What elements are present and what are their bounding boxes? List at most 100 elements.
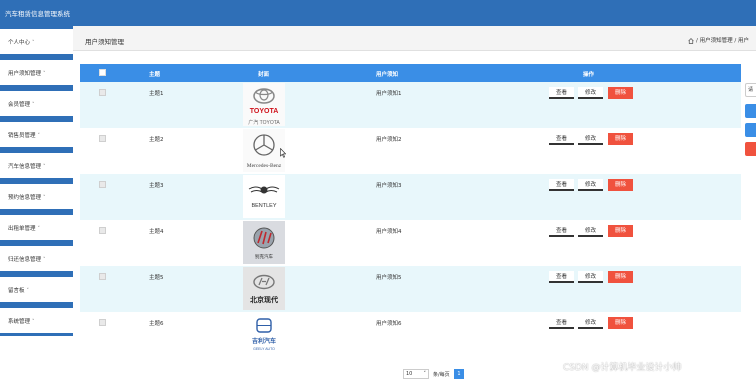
column-header-title: 主题 xyxy=(149,72,161,78)
page-number-button[interactable]: 1 xyxy=(454,369,464,379)
edit-button[interactable]: 修改 xyxy=(578,317,603,329)
top-navbar: 汽车租赁信息管理系统 xyxy=(0,0,756,26)
row-checkbox[interactable] xyxy=(99,89,106,96)
app-title: 汽车租赁信息管理系统 xyxy=(5,10,70,18)
row-notice: 用户须知4 xyxy=(376,229,402,235)
hyundai-logo: 北京现代 xyxy=(243,267,285,310)
page-header: 用户须知管理 / 用户须知管理 / 用户 xyxy=(73,26,756,51)
sidebar-item-label: 销售员管理 xyxy=(8,133,36,139)
chevron-down-icon: ˅ xyxy=(37,226,41,232)
column-header-actions: 操作 xyxy=(583,72,595,78)
chevron-down-icon: ˅ xyxy=(43,257,46,263)
mercedes-logo: Mercedes-Benz xyxy=(243,129,285,172)
row-checkbox[interactable] xyxy=(99,181,106,188)
sidebar-item-system[interactable]: 系统管理 ˅ xyxy=(0,305,73,336)
view-button[interactable]: 查看 xyxy=(549,133,574,145)
sidebar-item-label: 用户须知管理 xyxy=(8,71,42,77)
page-size-select[interactable]: 10 ˅ xyxy=(403,369,429,379)
row-title: 主题1 xyxy=(149,91,164,97)
floating-delete-button[interactable] xyxy=(745,142,756,156)
page-title: 用户须知管理 xyxy=(85,38,124,46)
svg-text:吉利汽车: 吉利汽车 xyxy=(252,337,276,345)
edit-button[interactable]: 修改 xyxy=(578,87,603,99)
row-notice: 用户须知2 xyxy=(376,137,402,143)
view-button[interactable]: 查看 xyxy=(549,87,574,99)
column-header-notice: 用户须知 xyxy=(376,72,399,78)
row-checkbox[interactable] xyxy=(99,273,106,280)
delete-button[interactable]: 删除 xyxy=(608,87,633,99)
floating-search-button[interactable] xyxy=(745,104,756,118)
floating-search-input[interactable]: 请 xyxy=(745,83,756,97)
chevron-down-icon: ˅ xyxy=(37,133,41,139)
view-button[interactable]: 查看 xyxy=(549,225,574,237)
chevron-down-icon: ˅ xyxy=(32,40,35,46)
table-row: 主题6 吉利汽车 GEELY AUTO 用户须知6 查看 修改 删除 xyxy=(80,312,741,358)
table-row: 主题1 TOYOTA 广汽 TOYOTA 用户须知1 查看 修改 删除 xyxy=(80,82,741,128)
view-button[interactable]: 查看 xyxy=(549,317,574,329)
sidebar-item-salesperson[interactable]: 销售员管理 ˅ xyxy=(0,119,73,150)
sidebar-item-label: 会员管理 xyxy=(8,102,31,108)
per-page-label: 条/每页 xyxy=(433,372,450,378)
delete-button[interactable]: 删除 xyxy=(608,317,633,329)
sidebar-item-rental-order[interactable]: 出租单管理 ˅ xyxy=(0,212,73,243)
sidebar-item-member[interactable]: 会员管理 ˅ xyxy=(0,88,73,119)
chevron-down-icon: ˅ xyxy=(43,164,46,170)
edit-button[interactable]: 修改 xyxy=(578,271,603,283)
delete-button[interactable]: 删除 xyxy=(608,133,633,145)
row-notice: 用户须知5 xyxy=(376,275,402,281)
sidebar-item-label: 个人中心 xyxy=(8,40,31,46)
table-row: 主题3 BENTLEY 用户须知3 查看 修改 删除 xyxy=(80,174,741,220)
row-title: 主题2 xyxy=(149,137,164,143)
svg-text:广汽 TOYOTA: 广汽 TOYOTA xyxy=(248,119,280,126)
table-row: 主题2 Mercedes-Benz 用户须知2 查看 修改 删除 xyxy=(80,128,741,174)
column-header-cover: 封面 xyxy=(258,72,270,78)
svg-text:TOYOTA: TOYOTA xyxy=(250,108,279,115)
sidebar-item-message-board[interactable]: 留言板 ˅ xyxy=(0,274,73,305)
breadcrumb: / 用户须知管理 / 用户 xyxy=(688,36,749,44)
svg-text:GEELY AUTO: GEELY AUTO xyxy=(253,347,275,351)
chevron-down-icon: ˅ xyxy=(423,371,427,377)
svg-text:Mercedes-Benz: Mercedes-Benz xyxy=(247,163,282,169)
table-row: 主题5 北京现代 用户须知5 查看 修改 删除 xyxy=(80,266,741,312)
table-row: 主题4 别克汽车 用户须知4 查看 修改 删除 xyxy=(80,220,741,266)
row-checkbox[interactable] xyxy=(99,227,106,234)
select-all-checkbox[interactable] xyxy=(99,69,106,76)
delete-button[interactable]: 删除 xyxy=(608,225,633,237)
home-icon[interactable] xyxy=(688,37,694,44)
chevron-down-icon: ˅ xyxy=(32,319,35,325)
svg-text:北京现代: 北京现代 xyxy=(250,295,278,304)
svg-text:别克汽车: 别克汽车 xyxy=(255,253,273,260)
sidebar-item-reservation[interactable]: 预约信息管理 ˅ xyxy=(0,181,73,212)
chevron-down-icon: ˅ xyxy=(43,195,46,201)
row-notice: 用户须知6 xyxy=(376,321,402,327)
delete-button[interactable]: 删除 xyxy=(608,179,633,191)
sidebar: 个人中心 ˅ 用户须知管理 ˅ 会员管理 ˅ 销售员管理 ˅ 汽车信息管理 ˅ 预约信息管… xyxy=(0,26,73,380)
chevron-down-icon: ˅ xyxy=(43,71,46,77)
sidebar-item-return-info[interactable]: 归还信息管理 ˅ xyxy=(0,243,73,274)
sidebar-item-label: 出租单管理 xyxy=(8,226,36,232)
edit-button[interactable]: 修改 xyxy=(578,225,603,237)
row-checkbox[interactable] xyxy=(99,319,106,326)
toyota-logo: TOYOTA 广汽 TOYOTA xyxy=(243,83,285,126)
sidebar-item-car-info[interactable]: 汽车信息管理 ˅ xyxy=(0,150,73,181)
bentley-logo: BENTLEY xyxy=(243,175,285,218)
row-title: 主题5 xyxy=(149,275,164,281)
view-button[interactable]: 查看 xyxy=(549,271,574,283)
edit-button[interactable]: 修改 xyxy=(578,133,603,145)
watermark: CSDN @计算机毕业设计小帅 xyxy=(563,363,682,373)
buick-logo: 别克汽车 xyxy=(243,221,285,264)
delete-button[interactable]: 删除 xyxy=(608,271,633,283)
row-title: 主题4 xyxy=(149,229,164,235)
edit-button[interactable]: 修改 xyxy=(578,179,603,191)
chevron-down-icon: ˅ xyxy=(26,288,30,294)
floating-add-button[interactable] xyxy=(745,123,756,137)
breadcrumb-text[interactable]: / 用户须知管理 / 用户 xyxy=(696,38,749,44)
geely-logo: 吉利汽车 GEELY AUTO xyxy=(243,313,285,356)
sidebar-item-label: 汽车信息管理 xyxy=(8,164,42,170)
row-checkbox[interactable] xyxy=(99,135,106,142)
row-title: 主题6 xyxy=(149,321,164,327)
sidebar-item-personal-center[interactable]: 个人中心 ˅ xyxy=(0,26,73,57)
sidebar-item-user-notice[interactable]: 用户须知管理 ˅ xyxy=(0,57,73,88)
view-button[interactable]: 查看 xyxy=(549,179,574,191)
row-notice: 用户须知3 xyxy=(376,183,402,189)
